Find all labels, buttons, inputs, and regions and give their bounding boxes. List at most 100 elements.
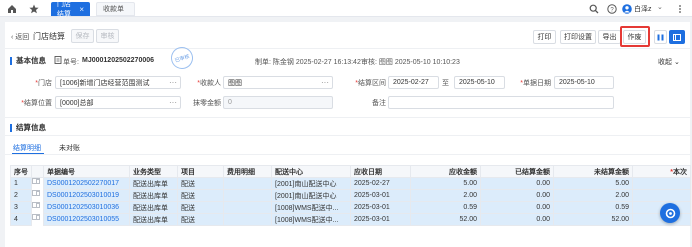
col-header: 业务类型 <box>129 165 178 178</box>
star-icon[interactable] <box>28 3 39 14</box>
top-navigation-bar: 门店结算 × 收款单 ? 白泽z ⌄ <box>0 0 692 18</box>
cell-settled: 0.00 <box>480 213 554 226</box>
cell-settled: 0.00 <box>480 177 554 190</box>
home-icon[interactable] <box>6 3 17 14</box>
print-settings-button[interactable]: 打印设置 <box>560 30 596 44</box>
rounding-label: 抹零金额 <box>193 100 221 107</box>
more-icon: ··· <box>321 78 329 87</box>
user-name[interactable]: 白泽z <box>634 4 652 14</box>
close-icon[interactable]: × <box>79 5 84 14</box>
remark-label: 备注 <box>372 100 386 107</box>
toolbar: ‹ 返回 门店结算 保存 审核 打印 打印设置 导出 作废 <box>5 22 690 49</box>
back-link[interactable]: ‹ 返回 <box>11 32 29 42</box>
rounding-field[interactable]: 0 <box>223 96 333 109</box>
list-view-button[interactable] <box>654 30 667 44</box>
collapse-link[interactable]: 收起 ⌄ <box>658 57 680 67</box>
cell-unsettled: 52.00 <box>553 213 633 226</box>
payee-label: *收款人 <box>197 80 221 87</box>
cell-current[interactable] <box>632 177 691 190</box>
table-row[interactable]: 4 DS0001202503010055 配送出库单 配送 [1008]WMS配送中..… <box>10 213 691 226</box>
cell-no[interactable]: DS0001202503010019 <box>43 189 130 202</box>
remark-field[interactable] <box>388 96 614 109</box>
tab-label: 收款单 <box>103 6 124 13</box>
position-field[interactable]: [0000]总部 ··· <box>55 96 181 109</box>
more-icon: ··· <box>169 98 177 107</box>
checkbox[interactable] <box>36 179 39 184</box>
cell-center: [2001]南山配送中心 <box>271 177 351 190</box>
row-checkbox[interactable] <box>32 213 40 220</box>
col-header: 费用明细 <box>223 165 272 178</box>
cell-date: 2025-03-01 <box>350 213 411 226</box>
row-checkbox[interactable] <box>32 189 40 196</box>
cell-center: [1008]WMS配送中... <box>271 213 351 226</box>
tab-receipt[interactable]: 收款单 <box>96 2 135 16</box>
cell-no[interactable]: DS0001202503010036 <box>43 201 130 214</box>
col-header: 项目 <box>177 165 224 178</box>
cell-due: 0.59 <box>410 201 481 214</box>
cell-due: 52.00 <box>410 213 481 226</box>
print-button[interactable]: 打印 <box>533 30 556 44</box>
checkbox[interactable] <box>36 202 39 207</box>
cell-settled: 0.00 <box>480 201 554 214</box>
doc-no-label: 单号: <box>63 59 79 66</box>
cell-date: 2025-03-01 <box>350 201 411 214</box>
position-label: *结算位置 <box>21 100 52 107</box>
period-to-field[interactable]: 2025-05-10 <box>454 76 505 89</box>
help-icon[interactable]: ? <box>606 3 617 14</box>
doc-date-field[interactable]: 2025-05-10 <box>554 76 614 89</box>
search-icon[interactable] <box>588 3 599 14</box>
basic-info-title: 基本信息 <box>10 55 46 66</box>
col-header: 序号 <box>10 165 32 178</box>
cell-type: 配送出库单 <box>129 213 178 226</box>
tab-settle-detail[interactable]: 结算明细 <box>13 143 41 153</box>
table-row[interactable]: 2 DS0001202503010019 配送出库单 配送 [2001]南山配送中心 20… <box>10 189 691 202</box>
cell-settled: 0.00 <box>480 189 554 202</box>
cell-center: [2001]南山配送中心 <box>271 189 351 202</box>
checkbox[interactable] <box>36 214 39 219</box>
cell-unsettled: 2.00 <box>553 189 633 202</box>
tab-label: 门店结算 <box>57 1 71 18</box>
tab-store-settlement[interactable]: 门店结算 × <box>51 1 90 18</box>
cell-type: 配送出库单 <box>129 177 178 190</box>
export-button[interactable]: 导出 <box>598 30 621 44</box>
cell-type: 配送出库单 <box>129 189 178 202</box>
payee-field[interactable]: 图图 ··· <box>223 76 333 89</box>
cell-current[interactable] <box>632 189 691 202</box>
grid-view-button[interactable] <box>669 30 685 44</box>
table-row[interactable]: 1 DS0001202502270017 配送出库单 配送 [2001]南山配送中心 20… <box>10 177 691 190</box>
avatar[interactable] <box>621 3 632 14</box>
more-icon[interactable] <box>674 3 685 14</box>
table-row[interactable]: 3 DS0001202503010036 配送出库单 配送 [1008]WMS配送中..… <box>10 201 691 214</box>
cell-idx: 4 <box>10 213 32 226</box>
auditor-info: 审核: 图图 2025-05-10 10:10:23 <box>361 59 460 66</box>
store-field[interactable]: [1006]新增门店经营范围测试 ··· <box>55 76 181 89</box>
cell-no[interactable]: DS0001202503010055 <box>43 213 130 226</box>
cell-detail <box>223 213 272 226</box>
divider <box>5 117 690 118</box>
cell-type: 配送出库单 <box>129 201 178 214</box>
cell-item: 配送 <box>177 213 224 226</box>
col-header: *本次 <box>632 165 691 178</box>
row-checkbox[interactable] <box>32 178 40 185</box>
audit-button[interactable]: 审核 <box>96 29 119 43</box>
period-from-field[interactable]: 2025-02-27 <box>388 76 439 89</box>
period-separator: 至 <box>442 80 449 87</box>
settle-info-title: 结算信息 <box>10 122 46 133</box>
save-button[interactable]: 保存 <box>71 29 94 43</box>
checkbox[interactable] <box>36 190 39 195</box>
cell-due: 2.00 <box>410 189 481 202</box>
doc-no: MJ0001202502270006 <box>82 57 155 64</box>
cell-unsettled: 5.00 <box>553 177 633 190</box>
chevron-down-icon[interactable]: ⌄ <box>657 3 663 11</box>
cell-date: 2025-02-27 <box>350 177 411 190</box>
assistant-float-button[interactable] <box>660 203 680 223</box>
col-header: 已结算金额 <box>480 165 554 178</box>
col-header: 应收日期 <box>350 165 411 178</box>
cell-due: 5.00 <box>410 177 481 190</box>
col-header: 未结算金额 <box>553 165 633 178</box>
cell-no[interactable]: DS0001202502270017 <box>43 177 130 190</box>
cell-idx: 1 <box>10 177 32 190</box>
table-header-row: 序号 单据编号 业务类型 项目 费用明细 配送中心 应收日期 应收金额 已结算金… <box>10 165 691 178</box>
tab-unreconciled[interactable]: 未对账 <box>59 143 80 153</box>
row-checkbox[interactable] <box>32 201 40 208</box>
